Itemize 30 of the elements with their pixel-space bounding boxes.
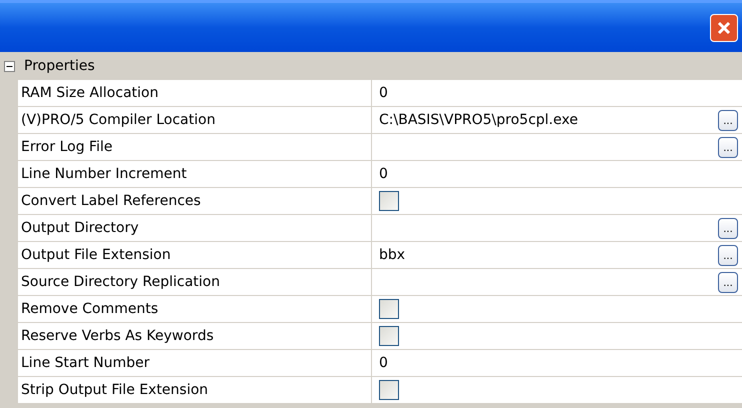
browse-button[interactable]: ... (718, 218, 738, 238)
property-name: (V)PRO/5 Compiler Location (21, 110, 216, 130)
browse-button[interactable]: ... (718, 244, 738, 266)
browse-button[interactable]: ... (718, 110, 738, 130)
checkbox[interactable] (379, 191, 399, 211)
property-name: Remove Comments (21, 300, 158, 318)
checkbox[interactable] (379, 380, 399, 400)
close-button[interactable] (710, 14, 738, 42)
property-name: Output File Extension (21, 246, 171, 264)
property-value[interactable]: C:\BASIS\VPRO5\pro5cpl.exe (379, 110, 718, 130)
checkbox[interactable] (379, 326, 399, 346)
property-value[interactable]: 0 (379, 82, 738, 104)
property-name: Line Number Increment (21, 164, 187, 184)
browse-button[interactable]: ... (718, 272, 738, 292)
property-name: Strip Output File Extension (21, 380, 208, 400)
property-name: Error Log File (21, 138, 112, 156)
property-name: RAM Size Allocation (21, 84, 158, 102)
property-value[interactable]: 0 (379, 352, 738, 374)
checkbox[interactable] (379, 299, 399, 319)
close-icon (716, 20, 732, 36)
collapse-icon[interactable] (4, 60, 14, 72)
property-name: Reserve Verbs As Keywords (21, 326, 214, 346)
property-value[interactable]: 0 (379, 164, 738, 184)
browse-button[interactable]: ... (718, 136, 738, 158)
property-name: Convert Label References (21, 192, 201, 210)
category-label: Properties (24, 56, 95, 76)
property-value[interactable]: bbx (379, 244, 718, 266)
property-name: Line Start Number (21, 354, 150, 372)
property-name: Output Directory (21, 218, 139, 238)
property-name: Source Directory Replication (21, 272, 220, 292)
